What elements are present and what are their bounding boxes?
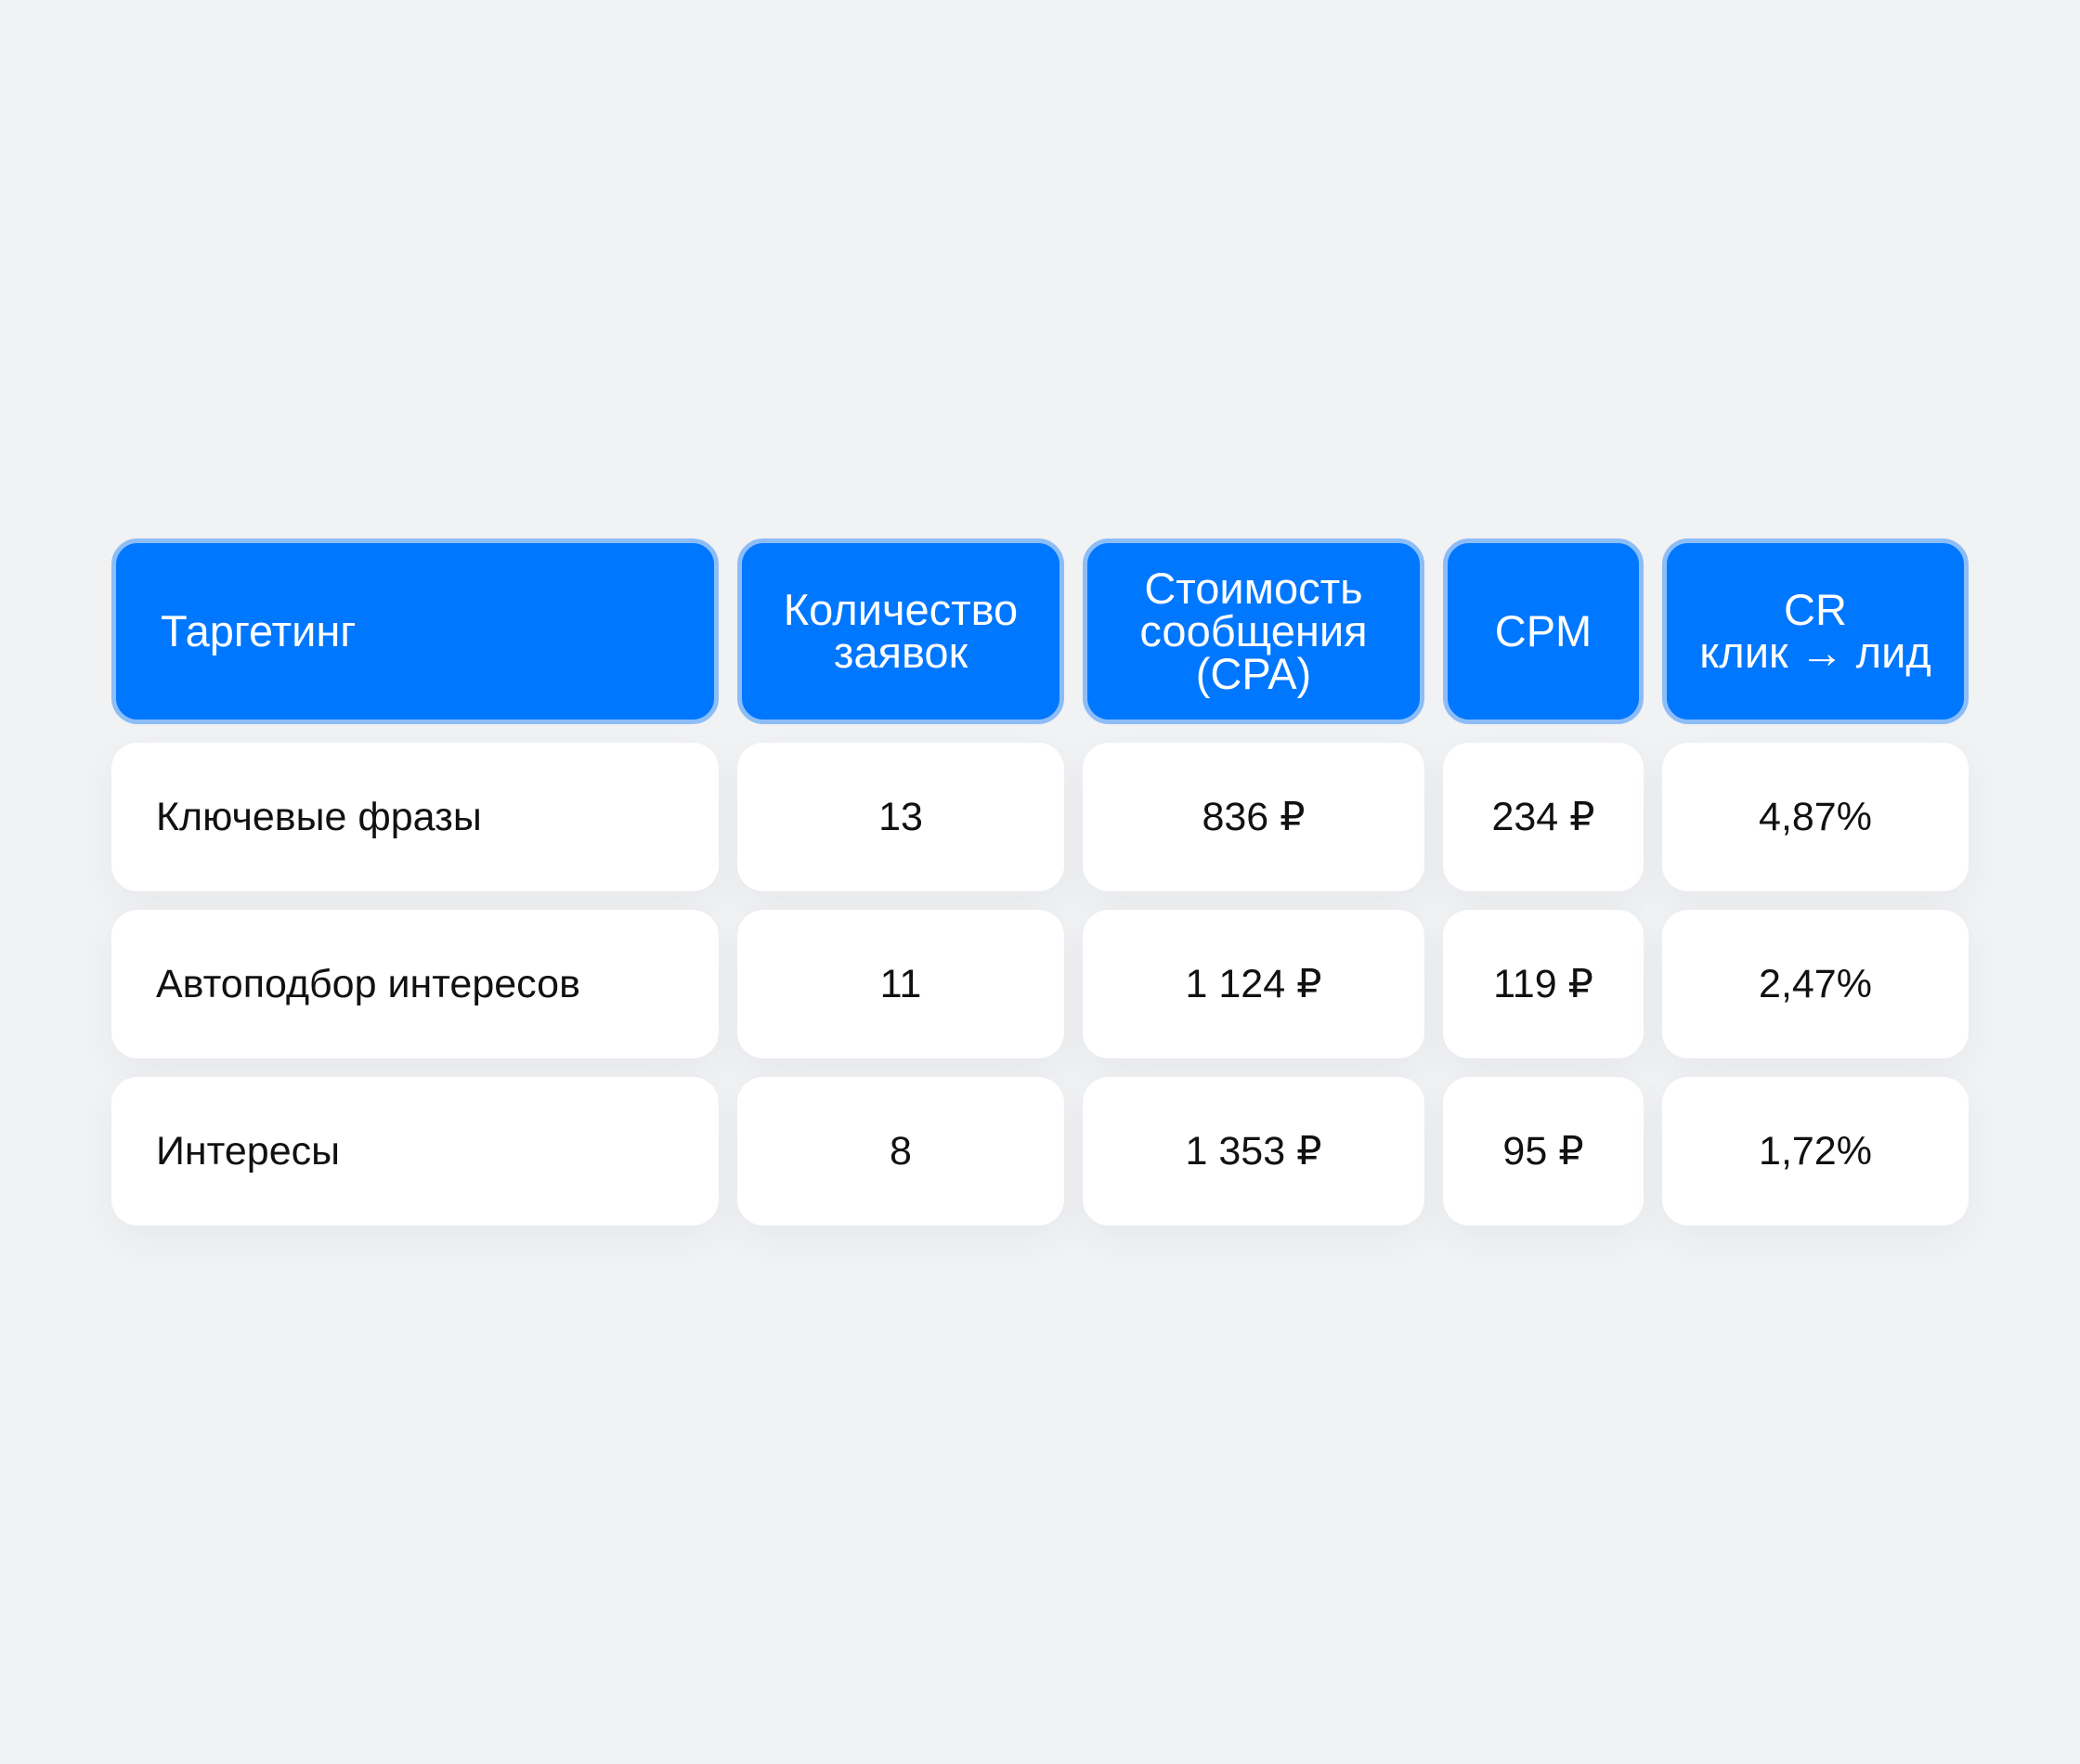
cell-cr: 2,47% <box>1662 910 1969 1058</box>
header-cpa: Стоимость сообщения (CPA) <box>1083 538 1424 724</box>
table-row: Автоподбор интересов 11 1 124 ₽ 119 ₽ 2,… <box>111 910 1969 1058</box>
table-row: Ключевые фразы 13 836 ₽ 234 ₽ 4,87% <box>111 743 1969 891</box>
cell-cpa: 836 ₽ <box>1083 743 1424 891</box>
cell-cpm: 119 ₽ <box>1443 910 1644 1058</box>
cell-cr: 1,72% <box>1662 1077 1969 1226</box>
cell-cpa: 1 353 ₽ <box>1083 1077 1424 1226</box>
cell-cpa: 1 124 ₽ <box>1083 910 1424 1058</box>
results-table: Таргетинг Количество заявок Стоимость со… <box>111 538 1969 1226</box>
cell-targeting: Ключевые фразы <box>111 743 719 891</box>
table-row: Интересы 8 1 353 ₽ 95 ₽ 1,72% <box>111 1077 1969 1226</box>
header-leads-count: Количество заявок <box>737 538 1064 724</box>
table-header-row: Таргетинг Количество заявок Стоимость со… <box>111 538 1969 724</box>
cell-leads-count: 13 <box>737 743 1064 891</box>
cell-cpm: 234 ₽ <box>1443 743 1644 891</box>
cell-leads-count: 11 <box>737 910 1064 1058</box>
cell-targeting: Автоподбор интересов <box>111 910 719 1058</box>
header-targeting: Таргетинг <box>111 538 719 724</box>
cell-cpm: 95 ₽ <box>1443 1077 1644 1226</box>
cell-leads-count: 8 <box>737 1077 1064 1226</box>
cell-targeting: Интересы <box>111 1077 719 1226</box>
cell-cr: 4,87% <box>1662 743 1969 891</box>
header-cpm: CPM <box>1443 538 1644 724</box>
header-cr: CR клик → лид <box>1662 538 1969 724</box>
